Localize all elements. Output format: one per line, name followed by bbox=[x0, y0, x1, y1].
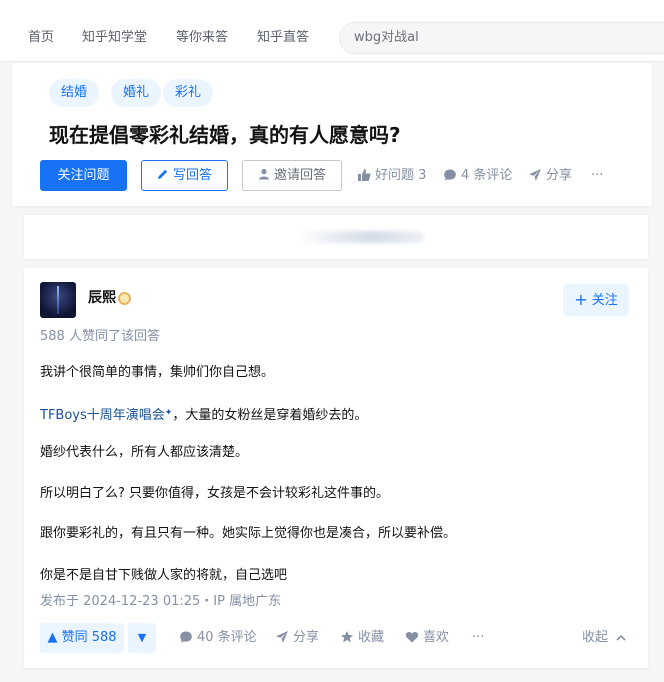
good-question-button[interactable]: 好问题 3 bbox=[357, 167, 426, 185]
blurred-content bbox=[296, 231, 424, 243]
author-name[interactable]: 辰熙 bbox=[88, 288, 116, 308]
downvote-button[interactable]: ▼ bbox=[128, 623, 156, 653]
answer-card: 辰熙 + 关注 588 人赞同了该回答 我讲个很简单的事情，集帅们你自己想。 T… bbox=[24, 268, 648, 668]
question-card: 结婚 婚礼 彩礼 现在提倡零彩礼结婚，真的有人愿意吗? 关注问题 写回答 邀请回… bbox=[12, 63, 652, 206]
thumbs-up-icon bbox=[358, 169, 371, 181]
person-icon bbox=[258, 168, 269, 180]
follow-author-button[interactable]: + 关注 bbox=[563, 284, 629, 316]
answer-paragraph: TFBoys十周年演唱会✦，大量的女粉丝是穿着婚纱去的。 bbox=[40, 402, 367, 427]
good-question-label: 好问题 3 bbox=[375, 168, 427, 183]
voters-count[interactable]: 588 人赞同了该回答 bbox=[40, 328, 160, 346]
star-icon bbox=[341, 631, 353, 643]
like-button[interactable]: 喜欢 bbox=[405, 629, 449, 647]
answer-more-button[interactable]: ··· bbox=[472, 629, 484, 647]
search-link[interactable]: TFBoys十周年演唱会 bbox=[40, 408, 165, 423]
nav-zhida[interactable]: 知乎直答 bbox=[257, 29, 309, 47]
like-label: 喜欢 bbox=[423, 630, 450, 645]
comment-icon bbox=[180, 631, 192, 643]
question-title[interactable]: 现在提倡零彩礼结婚，真的有人愿意吗? bbox=[49, 121, 401, 149]
pencil-icon bbox=[157, 169, 168, 179]
question-comments-label: 4 条评论 bbox=[461, 168, 513, 183]
follow-author-label: 关注 bbox=[591, 293, 618, 308]
answer-comments-button[interactable]: 40 条评论 bbox=[179, 629, 257, 647]
question-share-button[interactable]: 分享 bbox=[528, 167, 572, 185]
chevron-up-icon bbox=[616, 634, 626, 641]
collapse-button[interactable]: 收起 bbox=[582, 629, 627, 647]
follow-question-button[interactable]: 关注问题 bbox=[40, 160, 127, 191]
answer-share-button[interactable]: 分享 bbox=[275, 629, 319, 647]
answer-paragraph: 所以明白了么? 只要你值得，女孩是不会计较彩礼这件事的。 bbox=[40, 486, 390, 501]
comment-icon bbox=[444, 169, 456, 181]
answer-paragraph: 跟你要彩礼的，有且只有一种。她实际上觉得你也是凑合，所以要补偿。 bbox=[40, 526, 457, 541]
avatar[interactable] bbox=[40, 282, 76, 318]
topic-tag-bride-price[interactable]: 彩礼 bbox=[163, 79, 214, 107]
question-comments-button[interactable]: 4 条评论 bbox=[443, 167, 512, 185]
answer-paragraph: 我讲个很简单的事情，集帅们你自己想。 bbox=[40, 365, 275, 380]
answer-paragraph: 你是不是自甘下贱做人家的将就，自己选吧 bbox=[40, 568, 288, 583]
answer-paragraph-text: ，大量的女粉丝是穿着婚纱去的。 bbox=[172, 408, 368, 423]
paper-plane-icon bbox=[529, 169, 541, 181]
collect-label: 收藏 bbox=[358, 630, 385, 645]
answer-paragraph: 婚纱代表什么，所有人都应该清楚。 bbox=[40, 445, 249, 460]
top-nav: 首页 知乎知学堂 等你来答 知乎直答 wbg对战al bbox=[0, 0, 664, 62]
invite-answer-label: 邀请回答 bbox=[273, 168, 326, 183]
collect-button[interactable]: 收藏 bbox=[340, 629, 384, 647]
collapse-label: 收起 bbox=[582, 630, 609, 645]
answer-share-label: 分享 bbox=[293, 630, 320, 645]
write-answer-button[interactable]: 写回答 bbox=[141, 160, 228, 191]
nav-waiting-answers[interactable]: 等你来答 bbox=[176, 29, 228, 47]
question-share-label: 分享 bbox=[546, 168, 573, 183]
publish-time[interactable]: 发布于 2024-12-23 01:25・IP 属地广东 bbox=[40, 593, 281, 611]
plus-icon: + bbox=[574, 290, 588, 309]
nav-zhixuetang[interactable]: 知乎知学堂 bbox=[82, 29, 147, 47]
content-strip bbox=[24, 215, 648, 259]
topic-tag-wedding[interactable]: 婚礼 bbox=[111, 79, 162, 107]
upvote-button[interactable]: ▲ 赞同 588 bbox=[40, 623, 124, 653]
verified-badge-icon bbox=[118, 292, 131, 305]
write-answer-label: 写回答 bbox=[172, 168, 212, 183]
invite-answer-button[interactable]: 邀请回答 bbox=[242, 160, 342, 191]
paper-plane-icon bbox=[276, 631, 288, 643]
topic-tag-marriage[interactable]: 结婚 bbox=[49, 79, 100, 107]
heart-icon bbox=[405, 631, 419, 643]
answer-comments-label: 40 条评论 bbox=[197, 630, 257, 645]
nav-home[interactable]: 首页 bbox=[28, 29, 54, 47]
question-more-button[interactable]: ··· bbox=[591, 167, 603, 185]
search-input[interactable]: wbg对战al bbox=[339, 22, 664, 54]
